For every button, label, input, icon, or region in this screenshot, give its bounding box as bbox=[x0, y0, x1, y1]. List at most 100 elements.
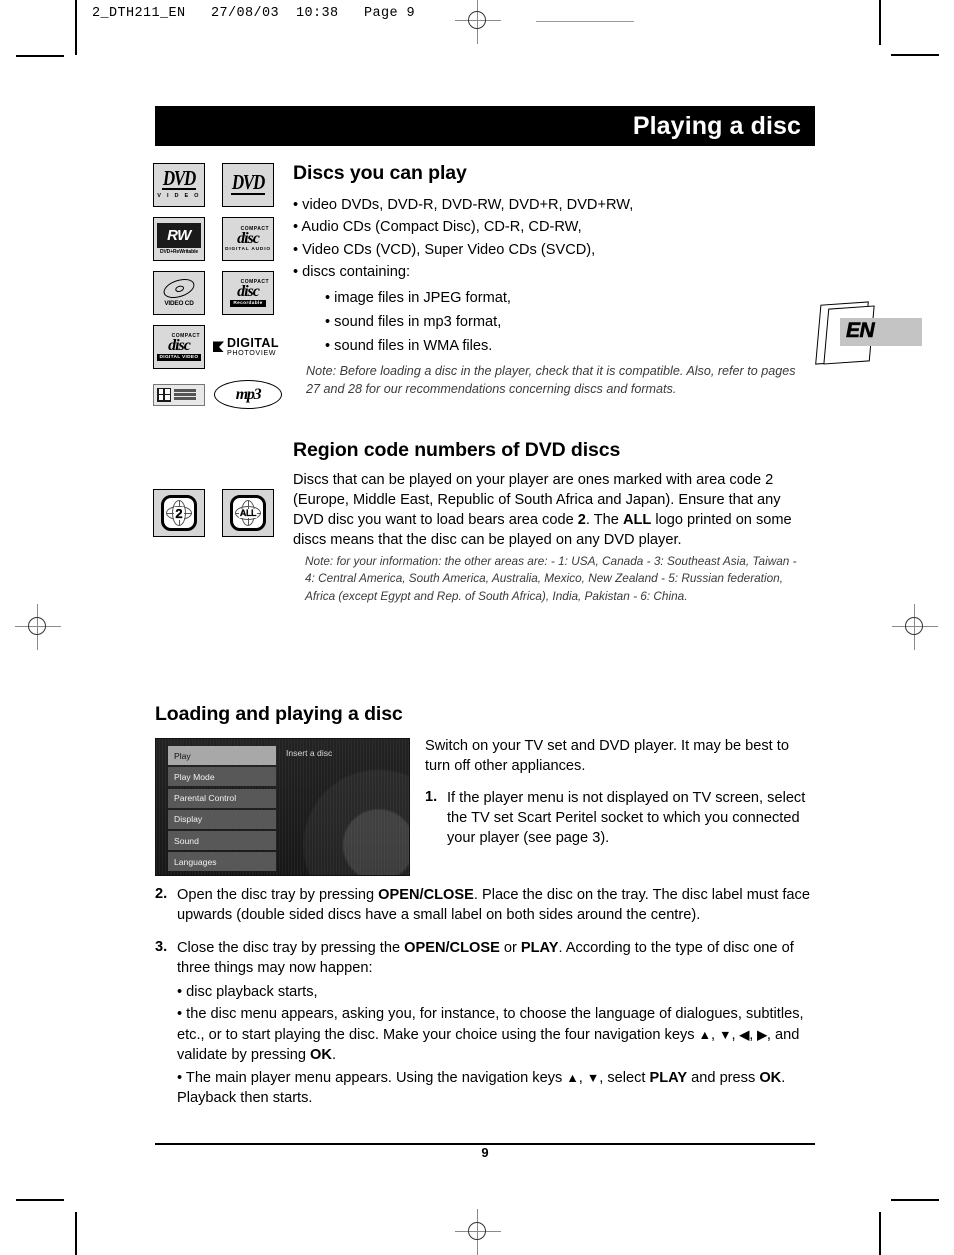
region-code-all-label: ALL bbox=[238, 507, 258, 518]
step-3-text: Close the disc tray by pressing the OPEN… bbox=[177, 939, 815, 1111]
list-item: • image files in JPEG format, bbox=[325, 290, 511, 307]
file-header-text: 2_DTH211_EN 27/08/03 10:38 Page 9 bbox=[92, 6, 416, 21]
dvd-logo-text: DVD bbox=[231, 170, 266, 195]
tv-menu-item-sound[interactable]: Sound bbox=[168, 831, 276, 851]
step-2-open-close-key: OPEN/CLOSE bbox=[378, 887, 474, 903]
outcome-2-part3: . bbox=[331, 1047, 336, 1064]
loading-section-heading: Loading and playing a disc bbox=[155, 703, 403, 725]
tv-menu-item-play-mode[interactable]: Play Mode bbox=[168, 767, 276, 787]
video-cd-logo-icon: VIDEO CD bbox=[153, 271, 205, 315]
page-title-bar: Playing a disc bbox=[155, 106, 815, 146]
digital-photoview-logo-icon: DIGITAL PHOTOVIEW bbox=[213, 336, 279, 357]
tv-menu-item-parental-control[interactable]: Parental Control bbox=[168, 788, 276, 808]
globe-icon: ALL bbox=[230, 495, 266, 531]
tv-player-menu: Play Play Mode Parental Control Display … bbox=[168, 746, 276, 874]
outcome-3-sep1: , bbox=[578, 1069, 587, 1086]
step-3-outcome-list: • disc playback starts, • the disc menu … bbox=[177, 982, 815, 1109]
list-item: • disc playback starts, bbox=[177, 983, 318, 1000]
dvd-rw-logo-sub: DVD+ReWritable bbox=[159, 249, 199, 256]
list-item: • Video CDs (VCD), Super Video CDs (SVCD… bbox=[293, 241, 596, 258]
photoview-line2: PHOTOVIEW bbox=[227, 347, 277, 357]
outcome-3-part3: and press bbox=[687, 1069, 760, 1086]
cd-digital-audio-logo-sub: DIGITAL AUDIO bbox=[225, 247, 271, 253]
step-1-text: If the player menu is not displayed on T… bbox=[447, 789, 806, 846]
discs-sub-bullet-list: • image files in JPEG format, • sound fi… bbox=[325, 289, 815, 357]
step-1-number: 1. bbox=[425, 788, 438, 805]
region-code-2-logo-icon: 2 bbox=[153, 489, 205, 537]
language-tab: EN bbox=[815, 301, 922, 365]
logo-row-photoview: COMPACT disc DIGITAL VIDEO DIGITAL PHOTO… bbox=[153, 325, 283, 369]
page-number: 9 bbox=[481, 1145, 489, 1160]
language-tab-label: EN bbox=[846, 319, 875, 343]
dvd-logo-icon: DVD bbox=[222, 163, 274, 207]
nav-up-arrow-icon: ▲ bbox=[698, 1027, 711, 1042]
globe-icon: 2 bbox=[161, 495, 197, 531]
dvd-video-logo-text: DVD bbox=[162, 166, 197, 191]
region-code-all-logo-icon: ALL bbox=[222, 489, 274, 537]
tv-screen-screenshot: Play Play Mode Parental Control Display … bbox=[155, 738, 410, 876]
region-body-part2: . The bbox=[585, 511, 623, 528]
step-2-number: 2. bbox=[155, 886, 168, 902]
list-item: • The main player menu appears. Using th… bbox=[177, 1068, 815, 1109]
dvd-video-logo-icon: DVD V I D E O bbox=[153, 163, 205, 207]
loading-step-2: 2. Open the disc tray by pressing OPEN/C… bbox=[155, 886, 815, 926]
registration-mark-bottom-center bbox=[455, 1209, 501, 1255]
nav-left-arrow-icon: ◀ bbox=[739, 1027, 750, 1042]
disc-format-logo-column: DVD V I D E O DVD RW DVD+ReWritable COMP… bbox=[153, 163, 283, 409]
crop-mark-bottom-right-horizontal bbox=[891, 1199, 939, 1201]
tv-menu-item-display[interactable]: Display bbox=[168, 809, 276, 829]
outcome-2-sep2: , bbox=[731, 1026, 740, 1043]
region-section-heading: Region code numbers of DVD discs bbox=[293, 439, 621, 461]
photoview-mark-icon bbox=[213, 341, 224, 353]
outcome-3-play-key: PLAY bbox=[649, 1069, 688, 1086]
region-section-note: Note: for your information: the other ar… bbox=[305, 554, 797, 603]
cd-recordable-logo-sub: Recordable bbox=[230, 300, 266, 308]
region-code-logo-group: 2 ALL bbox=[153, 489, 274, 537]
outcome-3-part1: • The main player menu appears. Using th… bbox=[177, 1069, 567, 1086]
cd-digital-video-logo-icon: COMPACT disc DIGITAL VIDEO bbox=[153, 325, 205, 369]
cd-digital-video-logo-text: disc bbox=[168, 336, 191, 354]
region-code-2-label: 2 bbox=[174, 505, 184, 521]
page-title: Playing a disc bbox=[632, 111, 801, 140]
loading-section-text: Switch on your TV set and DVD player. It… bbox=[425, 737, 810, 849]
crop-mark-top-right-horizontal bbox=[891, 54, 939, 56]
step-3-part2: or bbox=[499, 939, 521, 956]
dvd-video-logo-sub: V I D E O bbox=[157, 193, 201, 200]
region-body-code: 2 bbox=[577, 511, 586, 528]
windows-media-text-lines bbox=[174, 389, 196, 400]
discs-bullet-list: • video DVDs, DVD-R, DVD-RW, DVD+R, DVD+… bbox=[293, 196, 815, 357]
dvd-rw-logo-icon: RW DVD+ReWritable bbox=[153, 217, 205, 261]
nav-down-arrow-icon: ▼ bbox=[719, 1027, 732, 1042]
discs-section-note: Note: Before loading a disc in the playe… bbox=[306, 364, 796, 397]
step-2-text: Open the disc tray by pressing OPEN/CLOS… bbox=[177, 886, 815, 926]
region-section-body: Discs that can be played on your player … bbox=[293, 471, 813, 551]
region-body-all: ALL bbox=[622, 511, 652, 528]
tv-menu-item-languages[interactable]: Languages bbox=[168, 852, 276, 872]
list-item: • sound files in WMA files. bbox=[325, 338, 493, 355]
step-2-part1: Open the disc tray by pressing bbox=[177, 887, 379, 903]
file-header-rule bbox=[536, 21, 634, 23]
outcome-2-ok-key: OK bbox=[310, 1047, 332, 1064]
video-cd-disc-shape bbox=[161, 274, 197, 302]
windows-media-logo-icon bbox=[153, 383, 205, 406]
list-item: • discs containing: bbox=[293, 264, 411, 281]
cd-digital-video-logo-sub: DIGITAL VIDEO bbox=[156, 354, 202, 362]
step-3-number: 3. bbox=[155, 938, 168, 955]
loading-step-1: 1. If the player menu is not displayed o… bbox=[425, 789, 810, 849]
loading-steps-wide: 2. Open the disc tray by pressing OPEN/C… bbox=[155, 886, 815, 1123]
crop-mark-top-right-vertical bbox=[879, 0, 881, 45]
crop-mark-top-left-vertical bbox=[75, 0, 77, 55]
cd-digital-audio-logo-text: disc bbox=[237, 229, 260, 247]
cd-recordable-logo-text: disc bbox=[237, 282, 260, 300]
outcome-3-part2: , select bbox=[599, 1069, 650, 1086]
windows-flag-icon bbox=[157, 387, 171, 402]
crop-mark-bottom-right-vertical bbox=[879, 1212, 881, 1255]
tv-menu-item-play[interactable]: Play bbox=[168, 746, 276, 765]
crop-mark-top-left-horizontal bbox=[16, 55, 64, 57]
registration-mark-left bbox=[15, 604, 61, 650]
registration-mark-top-center bbox=[455, 0, 501, 44]
mp3-logo-text: mp3 bbox=[235, 385, 262, 403]
logo-row-mp3: mp3 bbox=[153, 380, 283, 409]
loading-step-3: 3. Close the disc tray by pressing the O… bbox=[155, 939, 815, 1111]
tv-insert-disc-label: Insert a disc bbox=[286, 748, 333, 758]
